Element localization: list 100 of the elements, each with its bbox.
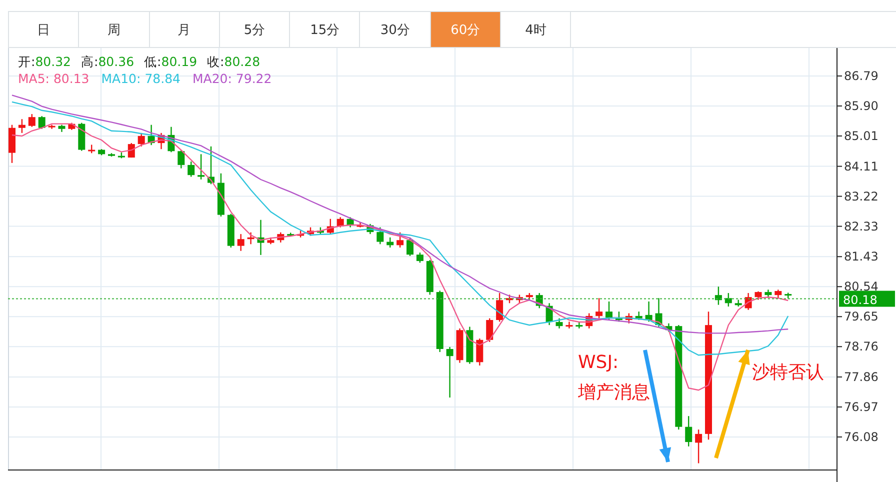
candlestick [58, 124, 66, 132]
candlestick [18, 119, 26, 133]
candlestick [744, 293, 752, 310]
price-axis-label: 81.43 [844, 250, 878, 264]
candlestick [566, 322, 573, 328]
candlestick [376, 227, 384, 244]
candlestick [456, 328, 464, 363]
candlestick [526, 293, 533, 300]
candlestick [436, 290, 444, 352]
candlestick [98, 149, 106, 156]
candlestick [606, 301, 612, 320]
candlestick [217, 173, 224, 217]
candlestick [118, 152, 125, 158]
candlestick [297, 230, 304, 238]
quote-label: 低: [144, 53, 162, 70]
quote-label: 开: [18, 53, 36, 70]
candlestick [208, 146, 214, 184]
candlestick [247, 232, 254, 244]
candlestick [386, 237, 394, 248]
candlestick [148, 124, 155, 146]
candlestick [774, 290, 782, 298]
candlestick [466, 326, 474, 364]
candlestick [536, 293, 543, 308]
quote-label: 高: [81, 53, 98, 70]
candlestick [446, 346, 454, 398]
candlestick [665, 323, 672, 332]
candlestick [88, 144, 96, 154]
candlestick [576, 322, 583, 328]
quote-value: 80.28 [224, 53, 260, 70]
candlestick [356, 222, 364, 228]
quote-value: 80.19 [161, 53, 198, 70]
candlestick [28, 114, 36, 127]
price-axis-label: 76.97 [844, 400, 878, 414]
candlestick [396, 232, 404, 248]
candlestick [316, 227, 324, 234]
candlestick [227, 214, 234, 248]
candlestick [476, 338, 484, 366]
candlestick [8, 124, 16, 163]
candlestick [615, 312, 622, 322]
price-axis-label: 84.11 [844, 159, 878, 174]
price-axis-label: 78.76 [844, 340, 878, 354]
annotation-text: 沙特否认 [752, 362, 824, 383]
price-axis-label: 76.08 [844, 430, 878, 444]
price-axis-label: 79.65 [844, 310, 878, 324]
candlestick [68, 122, 76, 130]
moving-average-reading: MA5: 80.13 [18, 70, 90, 87]
candlestick [486, 318, 494, 342]
candlestick [496, 293, 504, 322]
moving-average-reading: MA20: 79.22 [192, 70, 272, 87]
candlestick [516, 294, 523, 304]
candlestick [38, 116, 46, 129]
price-axis-label: 82.33 [844, 219, 878, 234]
candlestick [506, 294, 513, 304]
candlestick [625, 313, 632, 324]
candlestick [168, 126, 175, 152]
candlestick [754, 291, 762, 300]
last-price-tag: 80.18 [839, 290, 895, 307]
candlestick [685, 416, 692, 446]
price-axis-label: 77.86 [844, 370, 878, 384]
candlestick [277, 232, 284, 242]
candlestick [734, 300, 742, 307]
candlestick [556, 318, 563, 328]
candlestick [307, 227, 314, 236]
candlestick [406, 237, 414, 256]
candlestick [764, 290, 772, 298]
candlestick [178, 150, 185, 168]
quote-value: 80.32 [35, 53, 72, 70]
price-axis-label: 86.79 [844, 68, 878, 83]
candlestick [336, 217, 344, 228]
candlestick [416, 252, 424, 263]
candlestick [645, 301, 652, 322]
candlestick [158, 132, 165, 150]
candlestick [138, 132, 145, 146]
quote-value: 80.36 [98, 53, 134, 70]
candlestick [596, 298, 603, 318]
candlestick [108, 153, 115, 157]
price-axis-label: 85.90 [844, 98, 878, 113]
candlestick [188, 162, 195, 177]
quote-label: 收: [207, 53, 224, 70]
moving-average-reading: MA10: 78.84 [101, 70, 180, 87]
price-axis-label: 83.22 [844, 189, 878, 204]
candlestick [586, 313, 593, 328]
price-axis-label: 85.01 [844, 128, 878, 143]
candlestick [635, 312, 642, 320]
candlestick [78, 122, 86, 151]
candlestick [366, 224, 374, 234]
candlestick [287, 232, 294, 236]
candlestick [695, 430, 702, 464]
candlestick [346, 217, 354, 228]
ref-line-label: 80.18 [843, 292, 878, 307]
candlestick [724, 293, 732, 307]
candlestick [48, 124, 56, 129]
candlestick [655, 298, 662, 327]
candlestick [198, 154, 205, 180]
candlestick [426, 260, 434, 295]
candlestick [326, 218, 334, 234]
annotation-text: WSJ: 增产消息 [578, 352, 650, 403]
candlestick [784, 292, 792, 298]
candlestick [714, 286, 722, 305]
candlestick [237, 234, 244, 251]
